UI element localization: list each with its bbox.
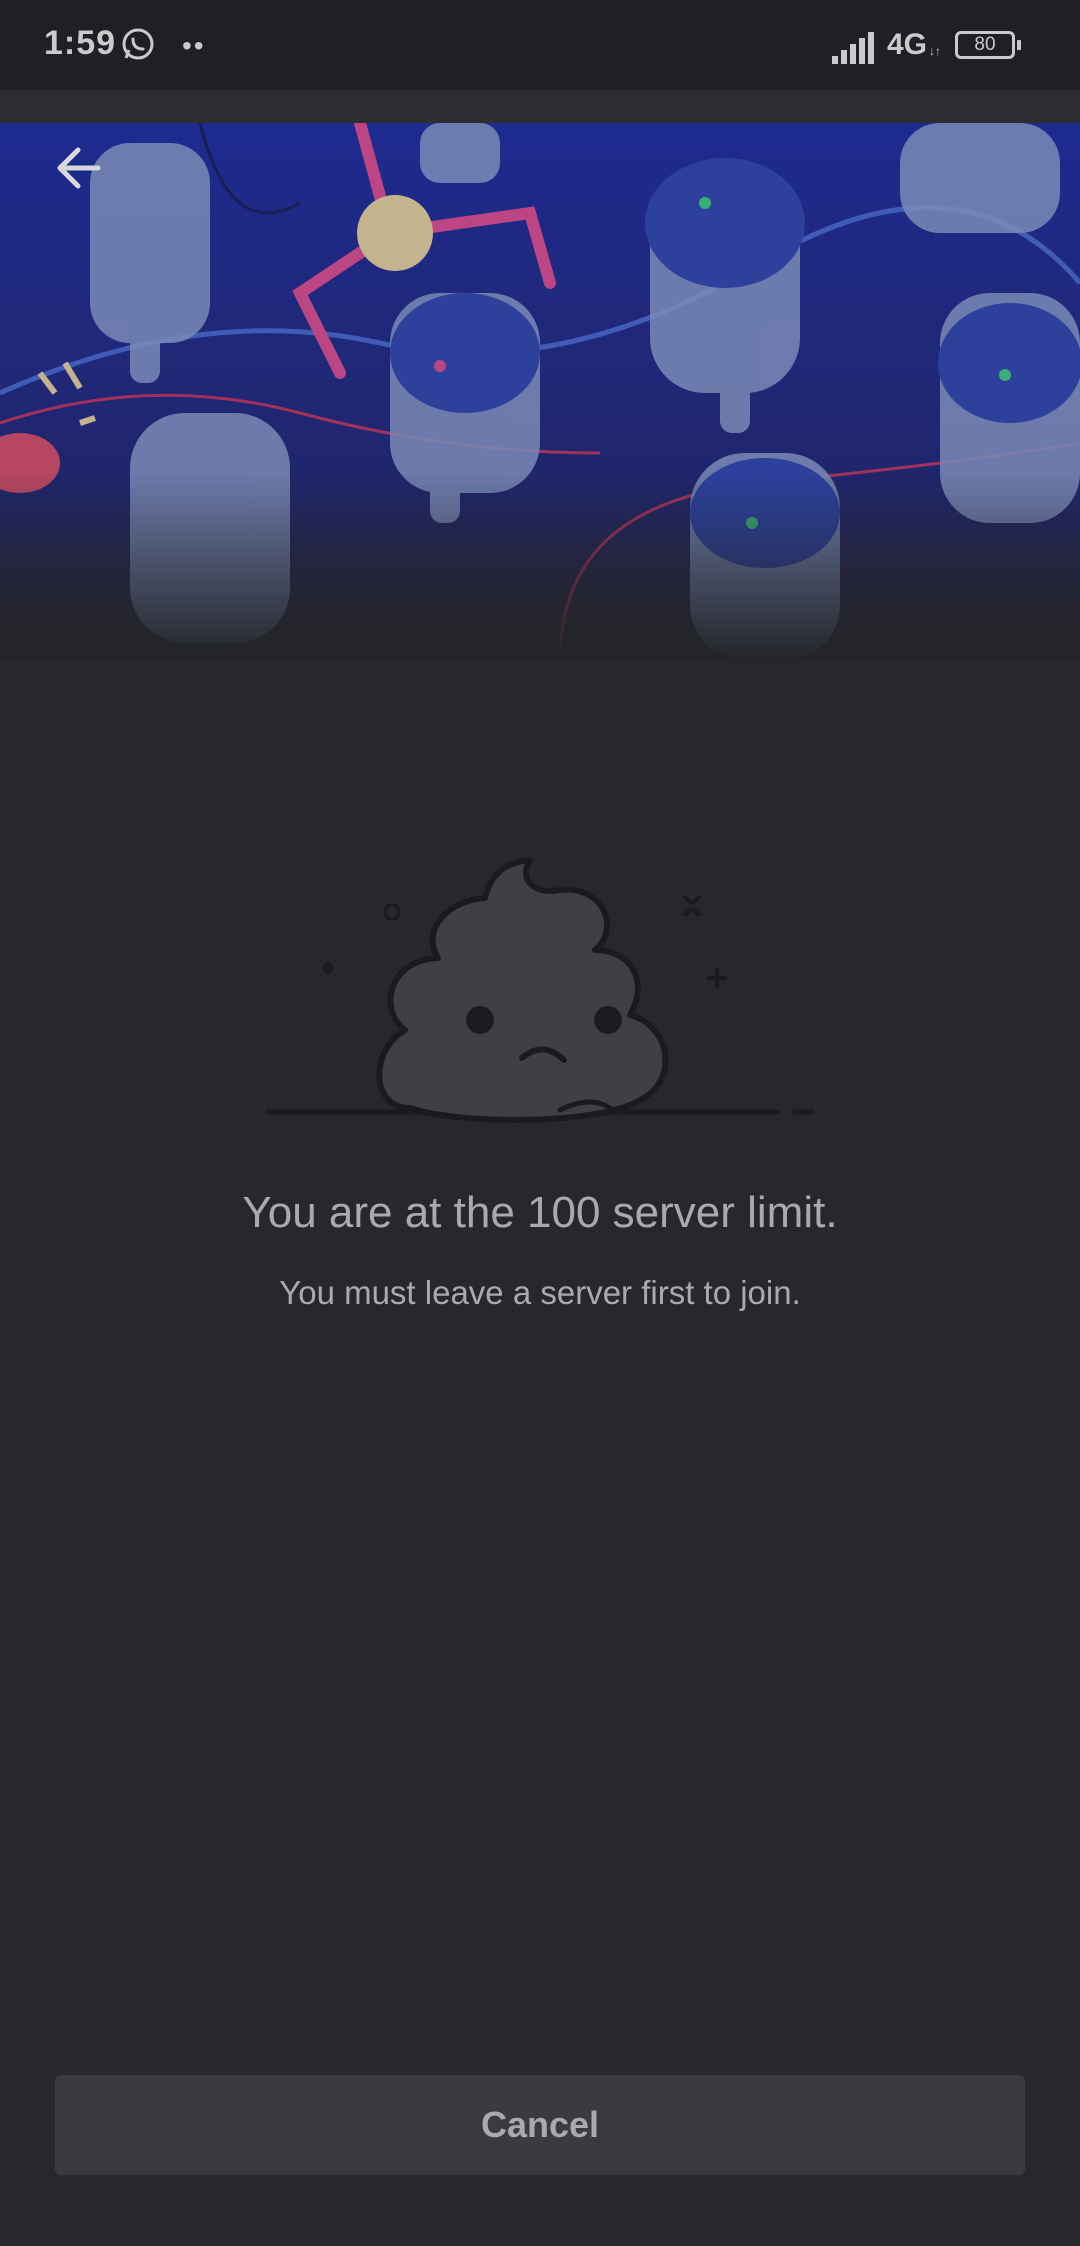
banner-illustration	[0, 123, 1080, 660]
network-activity: ↓↑	[929, 44, 941, 58]
poop-mascot-illustration	[265, 857, 815, 1123]
header-banner	[0, 123, 1080, 660]
battery-level: 80	[974, 34, 996, 55]
battery-icon: 80	[955, 31, 1015, 59]
network-type: 4G	[887, 28, 928, 61]
cancel-button[interactable]: Cancel	[55, 2075, 1025, 2175]
status-time: 1:59	[44, 24, 117, 62]
whatsapp-icon	[122, 28, 154, 60]
signal-icon	[832, 32, 874, 64]
back-arrow-icon[interactable]	[48, 138, 108, 198]
server-limit-title: You are at the 100 server limit.	[242, 1188, 838, 1237]
notification-dots: ••	[182, 30, 206, 61]
toolbar-strip	[0, 90, 1080, 123]
server-limit-subtitle: You must leave a server first to join.	[279, 1274, 801, 1311]
battery-tip	[1017, 40, 1021, 50]
status-bar: 1:59 •• 4G ↓↑ 80	[0, 0, 1080, 90]
